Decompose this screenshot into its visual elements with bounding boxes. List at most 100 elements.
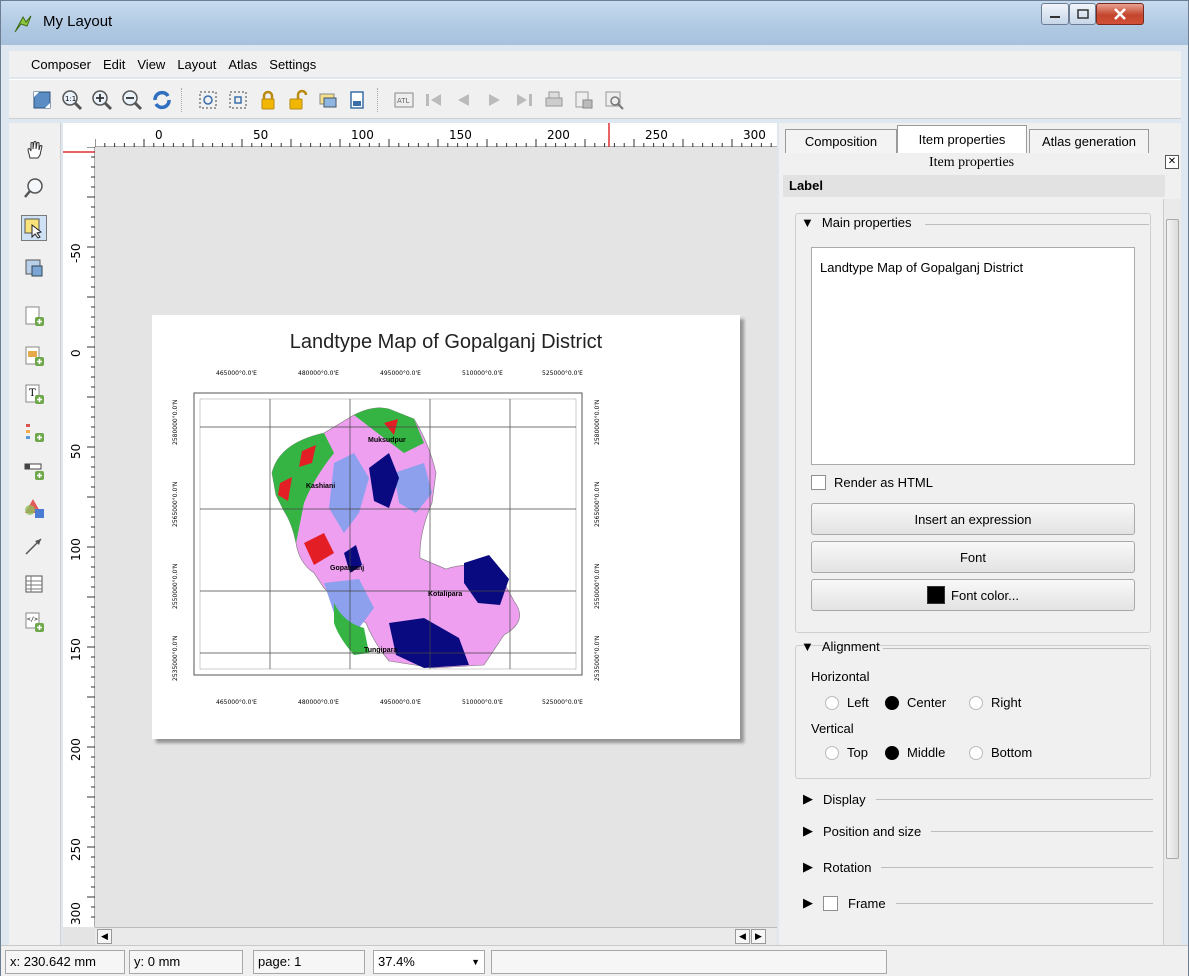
composer-canvas[interactable]: 0 50 100 150 200 250 300 -50 0 50 100 15… — [63, 123, 777, 945]
radio-center[interactable] — [885, 695, 899, 710]
grid-coord-label: 2550000°0.0'N — [172, 563, 179, 609]
add-arrow-tool[interactable] — [21, 533, 47, 559]
rotation-section[interactable]: ▶ Rotation — [803, 859, 1153, 875]
raise-icon — [319, 93, 337, 108]
close-icon: ✕ — [1167, 156, 1177, 167]
refresh-button[interactable] — [149, 87, 175, 113]
insert-expression-button[interactable]: Insert an expression — [811, 503, 1135, 535]
add-html-tool[interactable]: </> — [21, 609, 47, 635]
add-label-tool[interactable]: T — [21, 381, 47, 407]
raise-button[interactable] — [315, 87, 341, 113]
display-section[interactable]: ▶ Display — [803, 791, 1153, 807]
grid-coord-label: 480000°0.0'E — [298, 699, 339, 706]
v-bottom-option[interactable]: Bottom — [969, 745, 1032, 760]
menu-composer[interactable]: Composer — [25, 57, 97, 72]
frame-section[interactable]: ▶ Frame — [803, 895, 1153, 911]
add-table-tool[interactable] — [21, 571, 47, 597]
vertical-scrollbar[interactable] — [1163, 199, 1181, 945]
scroll-left-button[interactable]: ◀ — [97, 929, 112, 944]
unlock-button[interactable] — [285, 87, 311, 113]
atlas-settings-button[interactable] — [601, 87, 627, 113]
svg-text:T: T — [29, 388, 36, 399]
radio-bottom[interactable] — [969, 745, 983, 760]
dock-close-button[interactable]: ✕ — [1165, 155, 1179, 169]
scroll-left-button[interactable]: ◀ — [735, 929, 750, 944]
place-label: Muksudpur — [368, 437, 406, 444]
composer-window: My Layout Composer Edit View Layout Atla… — [0, 0, 1189, 976]
h-center-option[interactable]: Center — [885, 695, 946, 710]
align-icon — [350, 91, 364, 109]
render-html-checkbox[interactable] — [811, 475, 826, 490]
render-html-checkbox-row[interactable]: Render as HTML — [811, 475, 933, 490]
ungroup-button[interactable] — [225, 87, 251, 113]
frame-checkbox[interactable] — [823, 895, 838, 911]
lock-button[interactable] — [255, 87, 281, 113]
radio-middle-label: Middle — [907, 745, 946, 760]
vertical-label: Vertical — [811, 721, 854, 736]
add-shape-tool[interactable] — [21, 495, 47, 521]
tab-composition[interactable]: Composition — [785, 129, 897, 153]
zoom-out-button[interactable] — [119, 87, 145, 113]
map-item[interactable] — [184, 383, 592, 685]
export-atlas-button[interactable] — [571, 87, 597, 113]
next-feature-icon — [489, 94, 500, 106]
add-image-icon — [25, 346, 44, 366]
main-properties-header[interactable]: ▼ Main properties — [801, 215, 911, 230]
group-button[interactable] — [195, 87, 221, 113]
next-feature-button[interactable] — [481, 87, 507, 113]
add-map-icon — [25, 306, 44, 326]
atlas-preview-button[interactable]: ATL — [391, 87, 417, 113]
radio-right-label: Right — [991, 695, 1022, 710]
menu-edit[interactable]: Edit — [97, 57, 131, 72]
map-title-label[interactable]: Landtype Map of Gopalganj District — [152, 331, 740, 354]
align-button[interactable] — [345, 87, 371, 113]
tab-item-properties[interactable]: Item properties — [897, 125, 1027, 153]
status-bar: x: 230.642 mm y: 0 mm page: 1 37.4% ▼ — [1, 945, 1188, 976]
menu-layout[interactable]: Layout — [171, 57, 222, 72]
scrollbar-thumb[interactable] — [1166, 219, 1179, 859]
font-button[interactable]: Font — [811, 541, 1135, 573]
scroll-right-button[interactable]: ▶ — [751, 929, 766, 944]
zoom-combo[interactable]: 37.4% ▼ — [373, 950, 485, 974]
add-map-tool[interactable] — [21, 303, 47, 329]
maximize-button[interactable] — [1069, 3, 1096, 25]
horizontal-scrollbar[interactable]: ◀ ◀ ▶ — [95, 927, 777, 945]
zoom-full-icon — [33, 91, 51, 109]
radio-right[interactable] — [969, 695, 983, 710]
v-middle-option[interactable]: Middle — [885, 745, 945, 760]
font-color-button[interactable]: Font color... — [811, 579, 1135, 611]
pan-tool[interactable] — [21, 137, 47, 163]
select-move-tool[interactable] — [21, 215, 47, 241]
zoom-full-button[interactable] — [29, 87, 55, 113]
label-text-field[interactable]: Landtype Map of Gopalganj District — [811, 247, 1135, 465]
radio-top[interactable] — [825, 745, 839, 760]
tab-atlas-generation[interactable]: Atlas generation — [1029, 129, 1149, 153]
position-size-section[interactable]: ▶ Position and size — [803, 823, 1153, 839]
move-content-tool[interactable] — [21, 255, 47, 281]
h-right-option[interactable]: Right — [969, 695, 1021, 710]
last-feature-button[interactable] — [511, 87, 537, 113]
lock-icon — [261, 90, 275, 110]
zoom-actual-button[interactable]: 1:1 — [59, 87, 85, 113]
v-top-option[interactable]: Top — [825, 745, 868, 760]
radio-middle[interactable] — [885, 745, 899, 760]
previous-feature-button[interactable] — [451, 87, 477, 113]
y-coordinate-readout: y: 0 mm — [129, 950, 243, 974]
menu-settings[interactable]: Settings — [263, 57, 322, 72]
h-left-option[interactable]: Left — [825, 695, 869, 710]
add-scalebar-tool[interactable] — [21, 457, 47, 483]
divider — [895, 902, 1153, 904]
add-legend-tool[interactable] — [21, 419, 47, 445]
first-feature-button[interactable] — [421, 87, 447, 113]
print-atlas-button[interactable] — [541, 87, 567, 113]
menu-view[interactable]: View — [131, 57, 171, 72]
close-button[interactable] — [1096, 3, 1144, 25]
alignment-header[interactable]: ▼ Alignment — [801, 639, 880, 654]
menu-atlas[interactable]: Atlas — [222, 57, 263, 72]
radio-left[interactable] — [825, 695, 839, 710]
layout-page[interactable]: Landtype Map of Gopalganj District 46500… — [152, 315, 740, 739]
add-image-tool[interactable] — [21, 343, 47, 369]
minimize-button[interactable] — [1041, 3, 1069, 25]
zoom-in-button[interactable] — [89, 87, 115, 113]
zoom-tool[interactable] — [21, 175, 47, 201]
